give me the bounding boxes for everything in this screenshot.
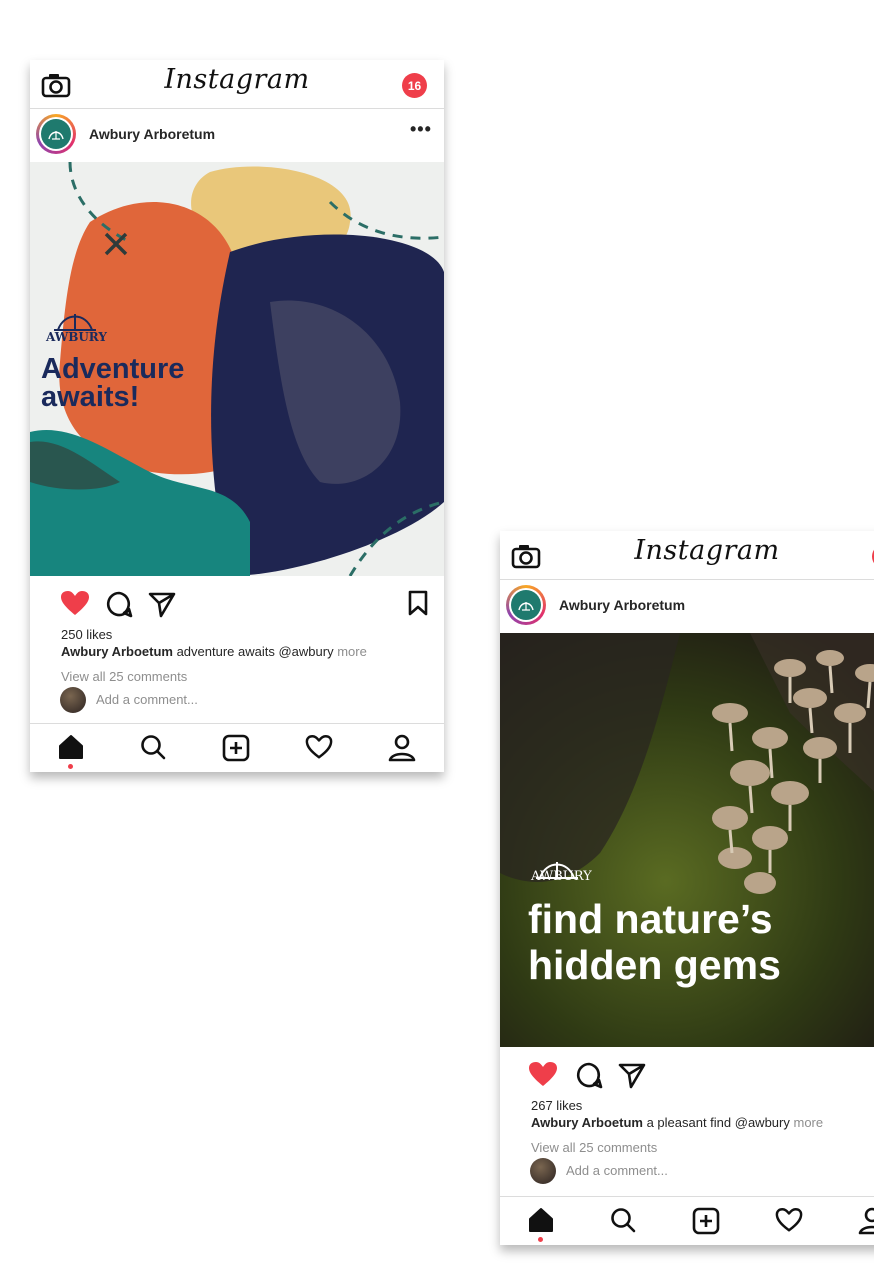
add-comment-input[interactable]: Add a comment...	[566, 1163, 668, 1178]
instagram-post-mockup-1: Instagram 16 Awbury Arboretum ••• AWBURY	[30, 60, 444, 772]
likes-count[interactable]: 250 likes	[61, 626, 444, 643]
post-username[interactable]: Awbury Arboretum	[89, 126, 215, 142]
top-bar: Instagram 16	[500, 531, 874, 580]
post-meta: 250 likes Awbury Arboetum adventure awai…	[30, 626, 444, 685]
action-bar	[30, 576, 444, 626]
home-icon[interactable]	[528, 1207, 554, 1238]
awbury-logo-icon	[511, 590, 541, 620]
search-icon[interactable]	[140, 734, 166, 765]
add-comment-row: Add a comment...	[500, 1156, 874, 1186]
top-bar: Instagram 16	[30, 60, 444, 109]
instagram-post-mockup-2: Instagram 16 Awbury Arboretum	[500, 531, 874, 1245]
likes-count[interactable]: 267 likes	[531, 1097, 874, 1114]
heart-outline-icon[interactable]	[305, 734, 333, 765]
heart-filled-icon[interactable]	[528, 1061, 558, 1092]
active-indicator	[68, 764, 73, 769]
caption-more-link[interactable]: more	[337, 644, 367, 659]
send-icon[interactable]	[148, 590, 176, 623]
app-logo: Instagram	[634, 535, 780, 566]
commenter-avatar	[60, 687, 86, 713]
active-indicator	[538, 1237, 543, 1242]
avatar[interactable]	[36, 114, 76, 154]
post-meta: 267 likes Awbury Arboetum a pleasant fin…	[500, 1097, 874, 1156]
comment-icon[interactable]	[105, 590, 133, 623]
post-header: Awbury Arboretum	[500, 580, 874, 633]
comment-icon[interactable]	[575, 1061, 603, 1094]
profile-icon[interactable]	[858, 1207, 874, 1240]
post-header: Awbury Arboretum •••	[30, 109, 444, 162]
bottom-nav	[500, 1196, 874, 1245]
caption: Awbury Arboetum a pleasant find @awbury …	[531, 1114, 874, 1131]
caption-text: a pleasant find @awbury	[642, 1115, 794, 1130]
commenter-avatar	[530, 1158, 556, 1184]
brand-wordmark: AWBURY	[531, 869, 592, 884]
home-icon[interactable]	[58, 734, 84, 765]
caption-more-link[interactable]: more	[793, 1115, 823, 1130]
add-comment-row: Add a comment...	[30, 685, 444, 715]
plus-square-icon[interactable]	[692, 1207, 720, 1240]
search-icon[interactable]	[610, 1207, 636, 1238]
app-logo: Instagram	[164, 64, 310, 95]
caption-username[interactable]: Awbury Arboetum	[531, 1115, 643, 1130]
post-image[interactable]: AWBURY Adventure awaits!	[30, 162, 444, 576]
view-comments-link[interactable]: View all 25 comments	[61, 668, 444, 685]
add-comment-input[interactable]: Add a comment...	[96, 692, 198, 707]
plus-square-icon[interactable]	[222, 734, 250, 767]
photo-headline-line2: awaits!	[41, 381, 140, 413]
view-comments-link[interactable]: View all 25 comments	[531, 1139, 874, 1156]
heart-outline-icon[interactable]	[775, 1207, 803, 1238]
awbury-logo-icon	[41, 119, 71, 149]
photo-headline-line1: Adventure	[41, 353, 185, 385]
action-bar	[500, 1047, 874, 1097]
avatar[interactable]	[506, 585, 546, 625]
notification-badge[interactable]: 16	[402, 73, 427, 98]
bottom-nav	[30, 723, 444, 772]
post-image[interactable]: AWBURY find nature’s hidden gems	[500, 633, 874, 1047]
photo-headline-line2: hidden gems	[528, 942, 781, 988]
caption-text: adventure awaits @awbury	[172, 644, 338, 659]
bookmark-icon[interactable]	[408, 590, 428, 621]
more-options-icon[interactable]: •••	[410, 119, 432, 140]
caption: Awbury Arboetum adventure awaits @awbury…	[61, 643, 444, 660]
profile-icon[interactable]	[388, 734, 416, 767]
caption-username[interactable]: Awbury Arboetum	[61, 644, 173, 659]
post-username[interactable]: Awbury Arboretum	[559, 597, 685, 613]
send-icon[interactable]	[618, 1061, 646, 1094]
brand-wordmark: AWBURY	[46, 330, 107, 344]
heart-filled-icon[interactable]	[60, 590, 90, 621]
photo-headline-line1: find nature’s	[528, 896, 773, 942]
